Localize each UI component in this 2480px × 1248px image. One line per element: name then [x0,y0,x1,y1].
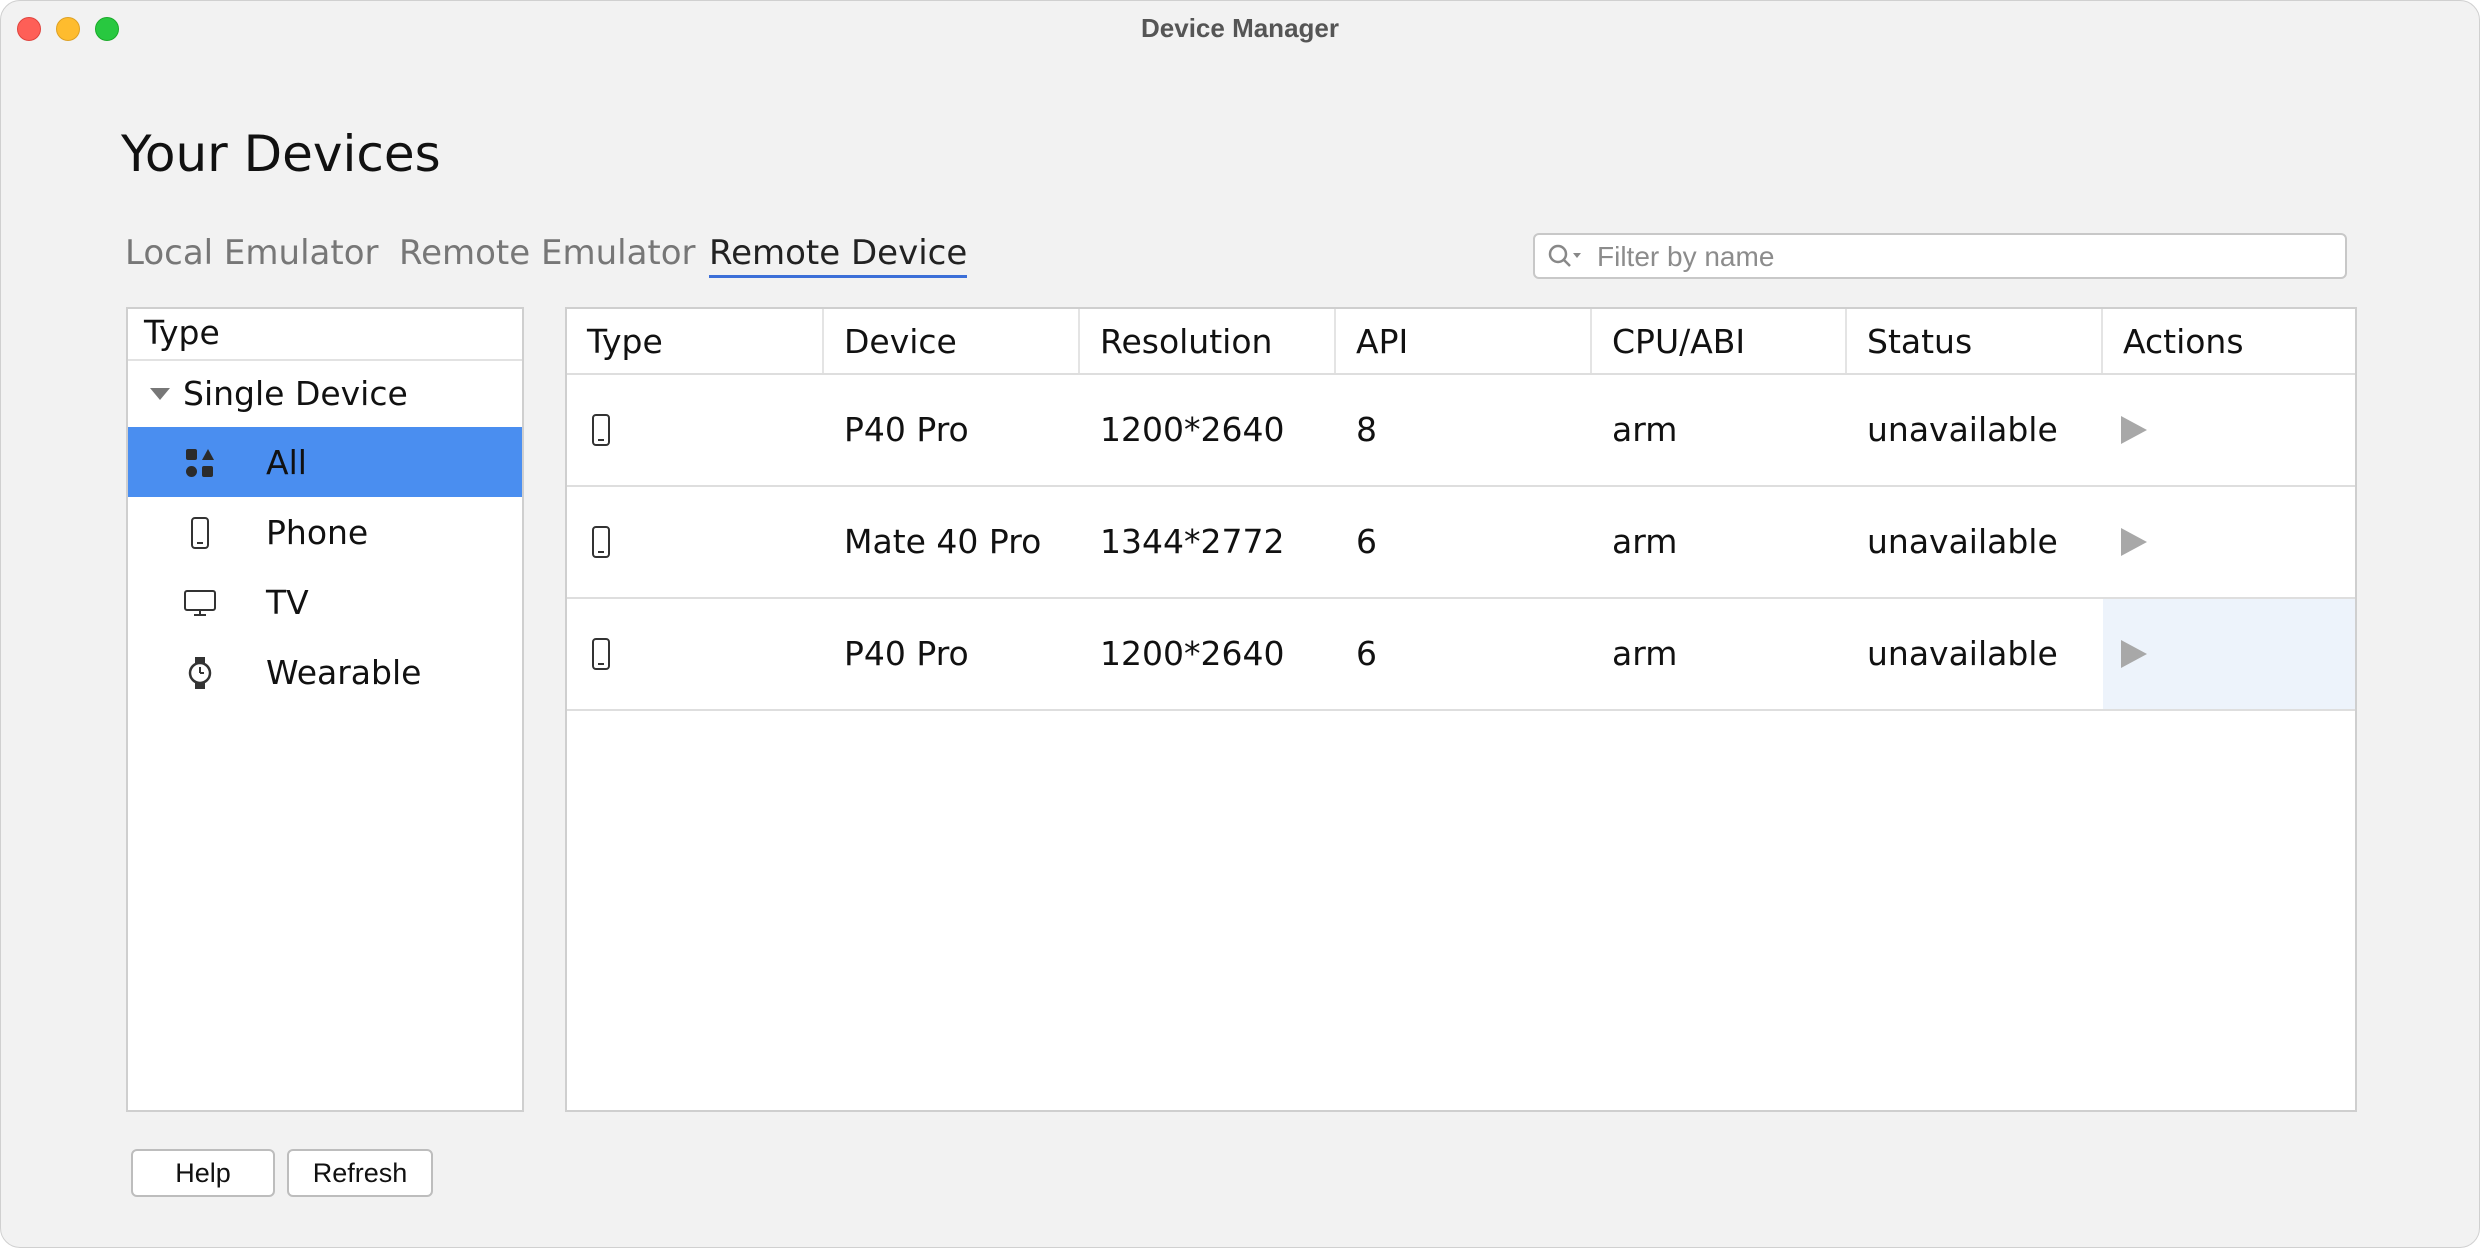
tree-item-tv[interactable]: TV [128,567,522,637]
table-row[interactable]: P40 Pro 1200*2640 6 arm unavailable [567,599,2355,711]
cpu-cell: arm [1612,634,1678,673]
tab-remote-device[interactable]: Remote Device [709,233,968,278]
actions-cell [2103,599,2355,709]
help-button[interactable]: Help [131,1149,275,1197]
phone-icon [191,517,209,549]
table-row[interactable]: P40 Pro 1200*2640 8 arm unavailable [567,375,2355,487]
api-cell: 8 [1356,410,1377,449]
search-box[interactable] [1533,233,2347,279]
device-cell: P40 Pro [844,634,969,673]
title-bar: Device Manager [1,1,2479,57]
caret-down-icon[interactable] [150,388,170,400]
resolution-cell: 1200*2640 [1100,634,1285,673]
tree-item-label: TV [266,583,309,622]
status-cell: unavailable [1867,522,2058,561]
play-icon[interactable] [2121,416,2147,444]
tab-remote-emulator[interactable]: Remote Emulator [399,233,696,273]
actions-cell [2103,375,2355,485]
status-cell: unavailable [1867,410,2058,449]
tree-group-single-device[interactable]: Single Device [128,361,522,427]
column-header-actions[interactable]: Actions [2103,309,2355,373]
api-cell: 6 [1356,522,1377,561]
table-header: Type Device Resolution API CPU/ABI Statu… [567,309,2355,375]
column-header-device[interactable]: Device [824,309,1080,373]
type-cell [567,599,824,709]
type-panel-header: Type [128,309,522,361]
window-title: Device Manager [1141,13,1339,43]
tv-icon [184,590,216,616]
type-filter-panel: Type Single Device All Phone TV Wearable [126,307,524,1112]
all-categories-icon [186,449,214,477]
column-header-cpu-abi[interactable]: CPU/ABI [1592,309,1847,373]
api-cell: 6 [1356,634,1377,673]
phone-icon [592,638,610,670]
tab-local-emulator[interactable]: Local Emulator [125,233,378,273]
actions-cell [2103,487,2355,597]
type-cell [567,375,824,485]
type-cell [567,487,824,597]
device-cell: P40 Pro [844,410,969,449]
tree-item-label: Phone [266,513,369,552]
search-input[interactable] [1595,235,2339,279]
tree-item-wearable[interactable]: Wearable [128,637,522,707]
column-header-api[interactable]: API [1336,309,1592,373]
refresh-button[interactable]: Refresh [287,1149,433,1197]
column-header-resolution[interactable]: Resolution [1080,309,1336,373]
column-header-type[interactable]: Type [567,309,824,373]
status-cell: unavailable [1867,634,2058,673]
tree-item-all[interactable]: All [128,427,522,497]
phone-icon [592,526,610,558]
search-icon[interactable] [1547,243,1583,271]
table-row[interactable]: Mate 40 Pro 1344*2772 6 arm unavailable [567,487,2355,599]
tree-group-label: Single Device [183,374,408,413]
cpu-cell: arm [1612,410,1678,449]
resolution-cell: 1200*2640 [1100,410,1285,449]
resolution-cell: 1344*2772 [1100,522,1285,561]
device-manager-window: Device Manager Your Devices Local Emulat… [0,0,2480,1248]
tree-item-label: Wearable [266,653,422,692]
play-icon[interactable] [2121,640,2147,668]
play-icon[interactable] [2121,528,2147,556]
tree-item-phone[interactable]: Phone [128,497,522,567]
watch-icon [188,657,212,689]
phone-icon [592,414,610,446]
column-header-status[interactable]: Status [1847,309,2103,373]
page-title: Your Devices [121,125,441,183]
device-table: Type Device Resolution API CPU/ABI Statu… [565,307,2357,1112]
cpu-cell: arm [1612,522,1678,561]
tree-item-label: All [266,443,307,482]
device-cell: Mate 40 Pro [844,522,1042,561]
